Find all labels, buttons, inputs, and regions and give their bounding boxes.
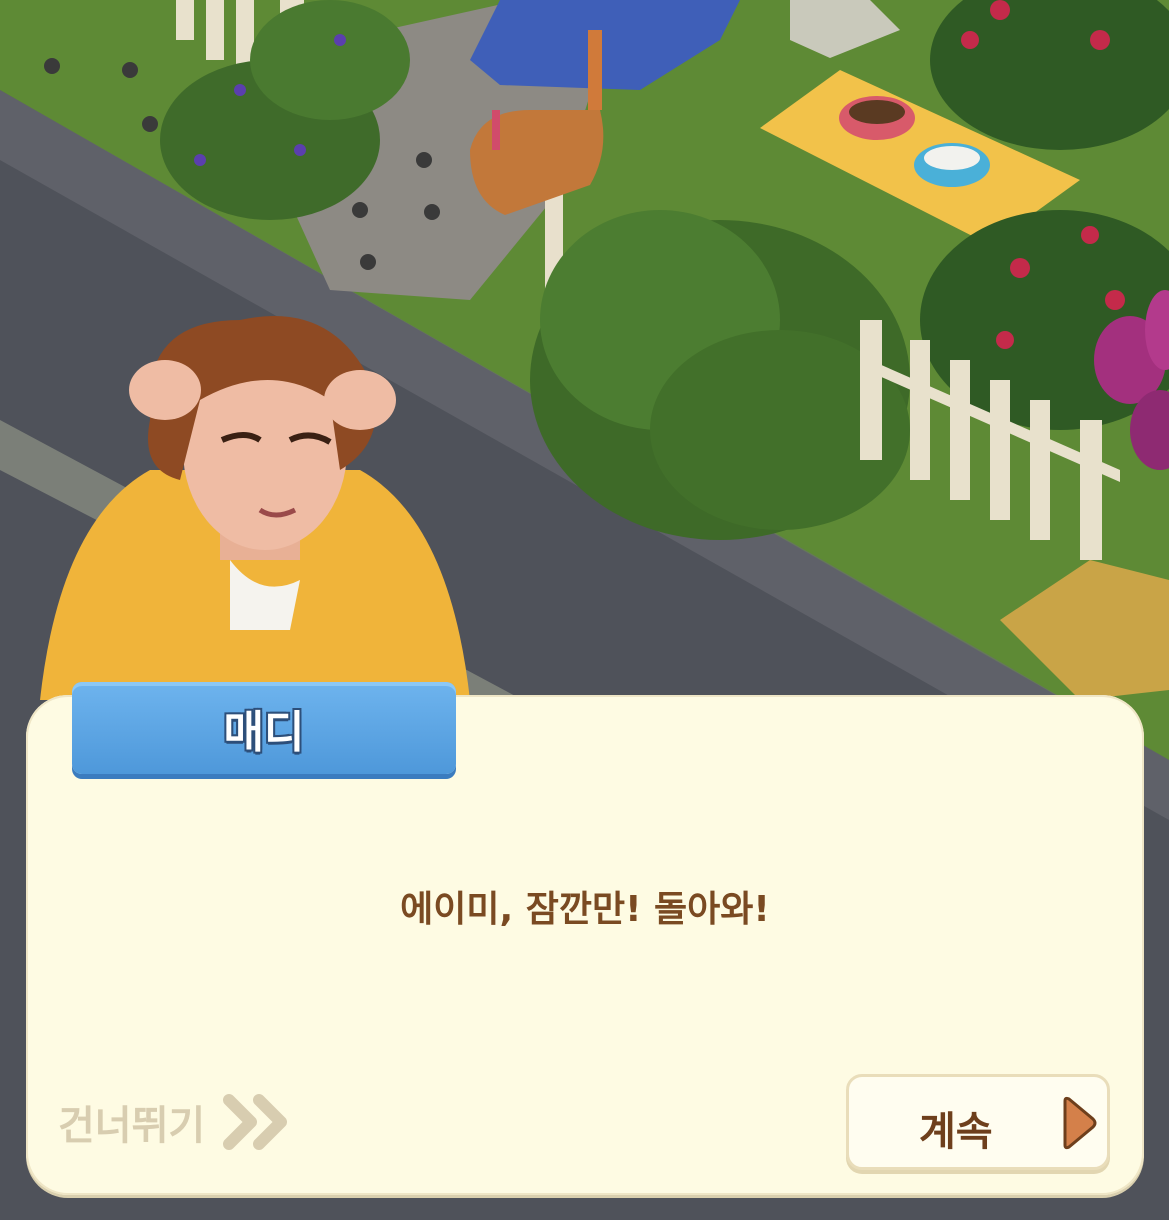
dialog-line: 에이미, 잠깐만! 돌아와! [400,889,770,930]
double-chevron-right-icon [223,1094,288,1150]
skip-label: 건너뛰기 [58,1103,206,1149]
continue-button[interactable]: 계속 [846,1074,1110,1170]
play-triangle-icon [1063,1096,1097,1150]
skip-button[interactable]: 건너뛰기 [58,1092,291,1152]
speaker-name-tab: 매디 [72,682,456,774]
continue-label: 계속 [919,1109,993,1155]
speaker-name: 매디 [223,707,305,758]
